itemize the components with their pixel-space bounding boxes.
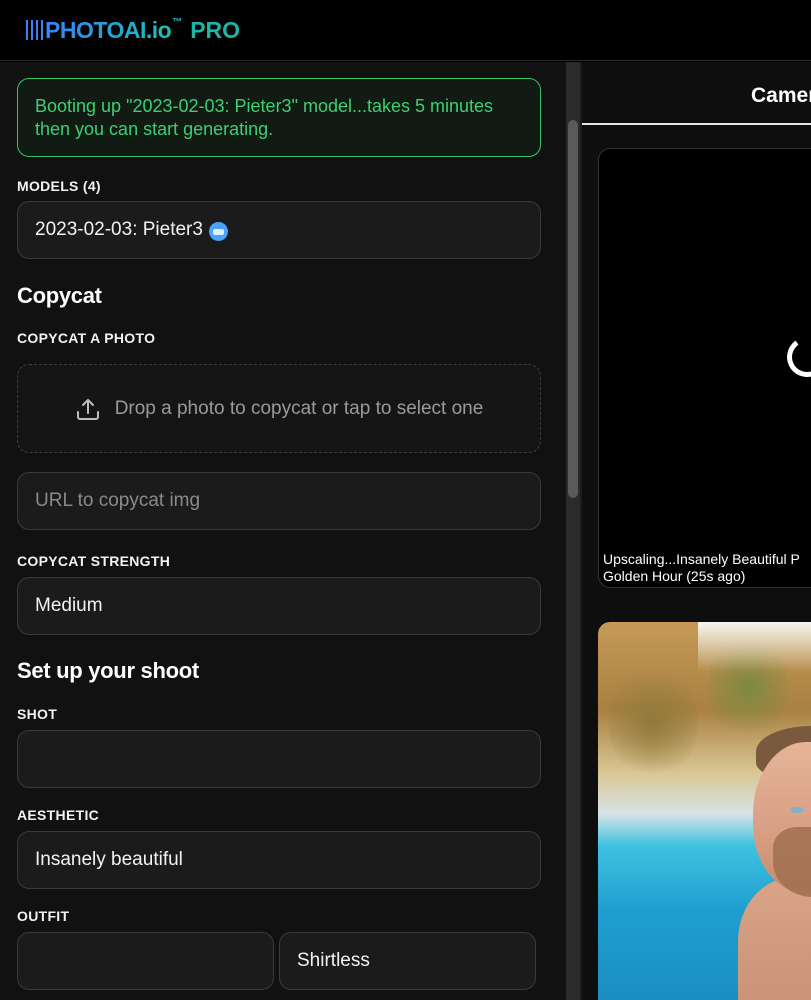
freezing-face-icon	[208, 221, 228, 241]
copycat-photo-dropzone[interactable]: Drop a photo to copycat or tap to select…	[17, 364, 541, 453]
model-select-value: 2023-02-03: Pieter3	[35, 219, 203, 240]
tab-camera[interactable]: Camera	[582, 62, 811, 125]
copycat-heading: Copycat	[17, 283, 102, 308]
outfit-select-2[interactable]: Shirtless	[279, 932, 536, 990]
left-panel-scrollbar[interactable]	[566, 62, 580, 1000]
logo-word: PHOTOAI.io	[45, 16, 172, 43]
results-panel: Camera Upscaling...Insanely Beautiful P …	[582, 62, 811, 1000]
generating-photo-caption: Upscaling...Insanely Beautiful P Golden …	[603, 551, 800, 584]
scrollbar-thumb[interactable]	[568, 120, 578, 498]
copycat-strength-select[interactable]: Medium	[17, 577, 541, 635]
top-bar: PHOTOAI.io ™ PRO	[0, 0, 811, 61]
copycat-strength-label: COPYCAT STRENGTH	[17, 553, 171, 569]
copycat-photo-label: COPYCAT A PHOTO	[17, 330, 156, 346]
aesthetic-select[interactable]: Insanely beautiful	[17, 831, 541, 889]
photoai-logo[interactable]: PHOTOAI.io ™ PRO	[26, 16, 240, 44]
model-booting-notice: Booting up "2023-02-03: Pieter3" model..…	[17, 78, 541, 157]
tab-camera-label: Camera	[751, 84, 811, 107]
upload-icon	[76, 398, 99, 420]
aesthetic-label: AESTHETIC	[17, 807, 100, 823]
models-label: MODELS (4)	[17, 178, 101, 194]
generating-photo-card[interactable]: Upscaling...Insanely Beautiful P Golden …	[598, 148, 811, 588]
dropzone-text: Drop a photo to copycat or tap to select…	[114, 397, 484, 419]
shot-select[interactable]	[17, 730, 541, 788]
outfit-select-1[interactable]	[17, 932, 274, 990]
shoot-heading: Set up your shoot	[17, 658, 199, 683]
logo-trademark: ™	[172, 16, 183, 28]
outfit-label: OUTFIT	[17, 908, 70, 924]
copycat-url-input[interactable]: URL to copycat img	[17, 472, 541, 530]
generation-settings-panel: Booting up "2023-02-03: Pieter3" model..…	[0, 62, 566, 1000]
logo-bars-icon	[26, 19, 43, 41]
logo-pro-badge: PRO	[190, 16, 241, 43]
model-select[interactable]: 2023-02-03: Pieter3	[17, 201, 541, 259]
loading-spinner-icon	[783, 333, 811, 381]
generated-photo-card[interactable]	[598, 622, 811, 1000]
shot-label: SHOT	[17, 706, 58, 722]
